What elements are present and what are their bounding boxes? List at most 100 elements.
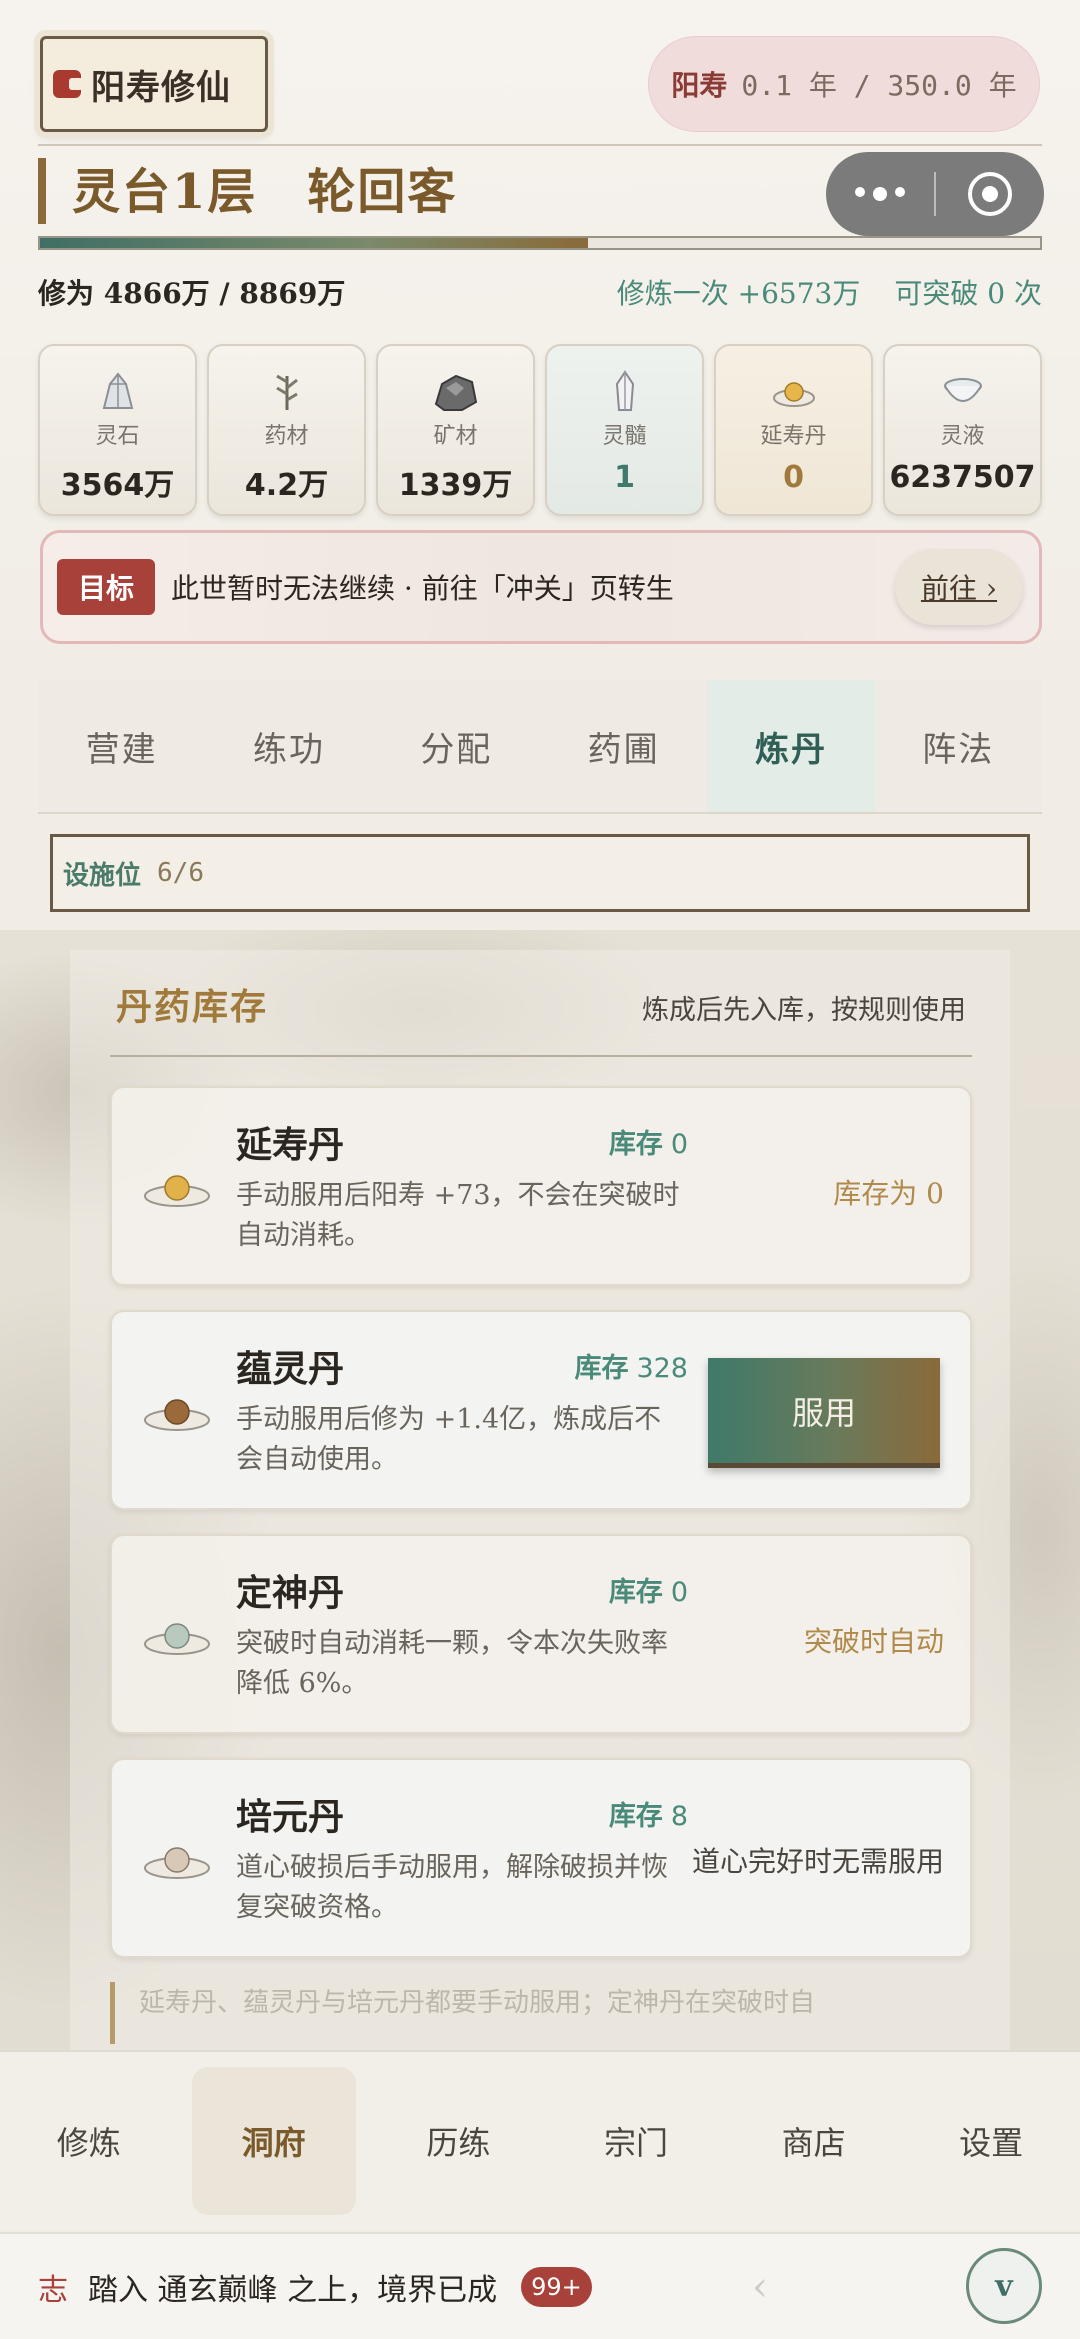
spirit-pill-icon xyxy=(144,1399,210,1431)
realm-title: 灵台1层 轮回客 xyxy=(72,164,458,220)
goal-go-button[interactable]: 前往 › xyxy=(895,549,1023,625)
nav-dwelling[interactable]: 洞府 xyxy=(191,2067,356,2215)
pill-status: 库存为 0 xyxy=(833,1177,944,1210)
header-divider xyxy=(38,144,1042,146)
resource-label: 延寿丹 xyxy=(760,424,827,449)
ore-icon xyxy=(432,370,480,414)
tab-herb-garden[interactable]: 药圃 xyxy=(540,680,707,812)
tab-alchemy[interactable]: 炼丹 xyxy=(707,680,875,812)
storage-footnote: 延寿丹、蕴灵丹与培元丹都要手动服用；定神丹在突破时自 xyxy=(110,1982,972,2044)
goal-tag: 目标 xyxy=(57,559,155,615)
resource-label: 药材 xyxy=(264,424,309,449)
cultivation-amount: 修为 4866万 / 8869万 xyxy=(38,277,346,310)
logo-seal-icon xyxy=(53,70,83,98)
calm-mind-pill-icon xyxy=(144,1623,210,1655)
longevity-pill-icon xyxy=(144,1175,210,1207)
take-pill-button[interactable]: 服用 xyxy=(708,1358,940,1468)
collapse-chevron-button[interactable]: v xyxy=(966,2248,1042,2324)
miniprogram-capsule[interactable] xyxy=(826,152,1044,236)
pill-description: 突破时自动消耗一颗，令本次失败率降低 6%。 xyxy=(236,1628,668,1699)
goal-text: 此世暂时无法继续 · 前往「冲关」页转生 xyxy=(171,572,674,605)
tab-build[interactable]: 营建 xyxy=(38,680,205,812)
pill-name: 定神丹 xyxy=(236,1572,345,1614)
resource-value: 1 xyxy=(614,460,635,495)
pill-card-nourish: 培元丹 库存 8 道心破损后手动服用，解除破损并恢复突破资格。 道心完好时无需服用 xyxy=(110,1758,972,1958)
pill-stock: 库存 0 xyxy=(609,1570,688,1609)
resource-card-longevity-pill[interactable]: 延寿丹 0 xyxy=(714,344,873,516)
dwelling-tabs: 营建 练功 分配 药圃 炼丹 阵法 xyxy=(38,680,1042,814)
storage-subtitle: 炼成后先入库，按规则使用 xyxy=(642,995,966,1026)
resource-value: 4.2万 xyxy=(244,468,329,503)
tab-assign[interactable]: 分配 xyxy=(373,680,540,812)
pill-status: 道心完好时无需服用 xyxy=(691,1845,944,1878)
resource-card-spirit-liquid[interactable]: 灵液 6237507 xyxy=(883,344,1042,516)
bowl-icon xyxy=(939,370,987,414)
resource-label: 矿材 xyxy=(433,424,478,449)
per-cultivate-gain: 修炼一次 +6573万 xyxy=(616,277,861,310)
pill-description: 手动服用后修为 +1.4亿，炼成后不会自动使用。 xyxy=(236,1404,662,1475)
resource-row: 灵石 3564万 药材 4.2万 矿材 1339万 灵髓 1 延寿丹 0 灵液 … xyxy=(38,344,1042,516)
resource-value: 1339万 xyxy=(398,468,513,503)
resource-card-ore[interactable]: 矿材 1339万 xyxy=(376,344,535,516)
nav-adventure[interactable]: 历练 xyxy=(370,2067,548,2215)
pill-description: 手动服用后阳寿 +73，不会在突破时自动消耗。 xyxy=(236,1180,680,1251)
lifespan-indicator: 阳寿 0.1 年 / 350.0 年 xyxy=(648,36,1040,132)
pill-description: 道心破损后手动服用，解除破损并恢复突破资格。 xyxy=(236,1852,668,1923)
pill-name: 延寿丹 xyxy=(236,1124,345,1166)
cultivation-progress-bar xyxy=(38,236,1042,250)
tab-practice[interactable]: 练功 xyxy=(205,680,372,812)
resource-value: 6237507 xyxy=(889,460,1036,495)
crystal-icon xyxy=(601,370,649,414)
resource-label: 灵髓 xyxy=(602,424,647,449)
lifespan-value: 0.1 年 / 350.0 年 xyxy=(741,69,1017,102)
pill-status: 突破时自动 xyxy=(803,1625,944,1658)
pill-card-longevity: 延寿丹 库存 0 手动服用后阳寿 +73，不会在突破时自动消耗。 库存为 0 xyxy=(110,1086,972,1286)
goal-banner: 目标 此世暂时无法继续 · 前往「冲关」页转生 前往 › xyxy=(40,530,1042,644)
unread-badge: 99+ xyxy=(521,2266,592,2307)
facility-count: 6/6 xyxy=(157,858,204,888)
resource-label: 灵液 xyxy=(940,424,985,449)
stock-label: 库存 xyxy=(608,1129,663,1160)
resource-value: 0 xyxy=(783,460,804,495)
spirit-stone-icon xyxy=(94,370,142,414)
facility-slots: 设施位 6/6 xyxy=(50,834,1030,912)
resource-card-spirit-stone[interactable]: 灵石 3564万 xyxy=(38,344,197,516)
pill-stock: 库存 328 xyxy=(574,1346,688,1385)
close-target-icon[interactable] xyxy=(968,172,1012,216)
herb-icon xyxy=(263,370,311,414)
ticker-text: 踏入 通玄巅峰 之上，境界已成 xyxy=(88,2272,498,2308)
tab-formation[interactable]: 阵法 xyxy=(875,680,1042,812)
resource-value: 3564万 xyxy=(60,468,175,503)
resource-card-marrow[interactable]: 灵髓 1 xyxy=(545,344,704,516)
more-icon[interactable] xyxy=(826,187,934,201)
back-chevron-icon: ‹ xyxy=(752,2264,768,2310)
stock-label: 库存 xyxy=(574,1353,629,1384)
nav-settings[interactable]: 设置 xyxy=(902,2067,1080,2215)
breakthrough-count: 可突破 0 次 xyxy=(894,277,1042,310)
app-logo: 阳寿修仙 xyxy=(40,36,268,132)
pill-card-spirit: 蕴灵丹 库存 328 手动服用后修为 +1.4亿，炼成后不会自动使用。 服用 xyxy=(110,1310,972,1510)
pill-name: 蕴灵丹 xyxy=(236,1348,345,1390)
facility-label: 设施位 xyxy=(63,860,142,891)
stock-value: 0 xyxy=(670,1129,688,1160)
stock-value: 0 xyxy=(670,1577,688,1608)
storage-divider xyxy=(110,1055,972,1057)
stock-value: 8 xyxy=(670,1801,688,1832)
pill-name: 培元丹 xyxy=(236,1796,345,1838)
nourish-pill-icon xyxy=(144,1847,210,1879)
bottom-navigation: 修炼 洞府 历练 宗门 商店 设置 xyxy=(0,2050,1080,2230)
logo-text: 阳寿修仙 xyxy=(91,67,231,108)
resource-card-herb[interactable]: 药材 4.2万 xyxy=(207,344,366,516)
cultivation-info: 修炼一次 +6573万 可突破 0 次 xyxy=(617,272,1042,312)
stock-label: 库存 xyxy=(608,1801,663,1832)
realm-accent-bar xyxy=(38,158,46,224)
stock-label: 库存 xyxy=(608,1577,663,1608)
nav-cultivate[interactable]: 修炼 xyxy=(0,2067,178,2215)
log-ticker[interactable]: 志 踏入 通玄巅峰 之上，境界已成 99+ ‹ v xyxy=(0,2232,1080,2339)
nav-shop[interactable]: 商店 xyxy=(725,2067,903,2215)
cultivation-row: 修为 4866万 / 8869万 修炼一次 +6573万 可突破 0 次 xyxy=(38,272,1042,312)
cultivation-progress-fill xyxy=(40,238,588,248)
pill-stock: 库存 0 xyxy=(609,1122,688,1161)
capsule-separator xyxy=(934,172,936,216)
nav-sect[interactable]: 宗门 xyxy=(547,2067,725,2215)
